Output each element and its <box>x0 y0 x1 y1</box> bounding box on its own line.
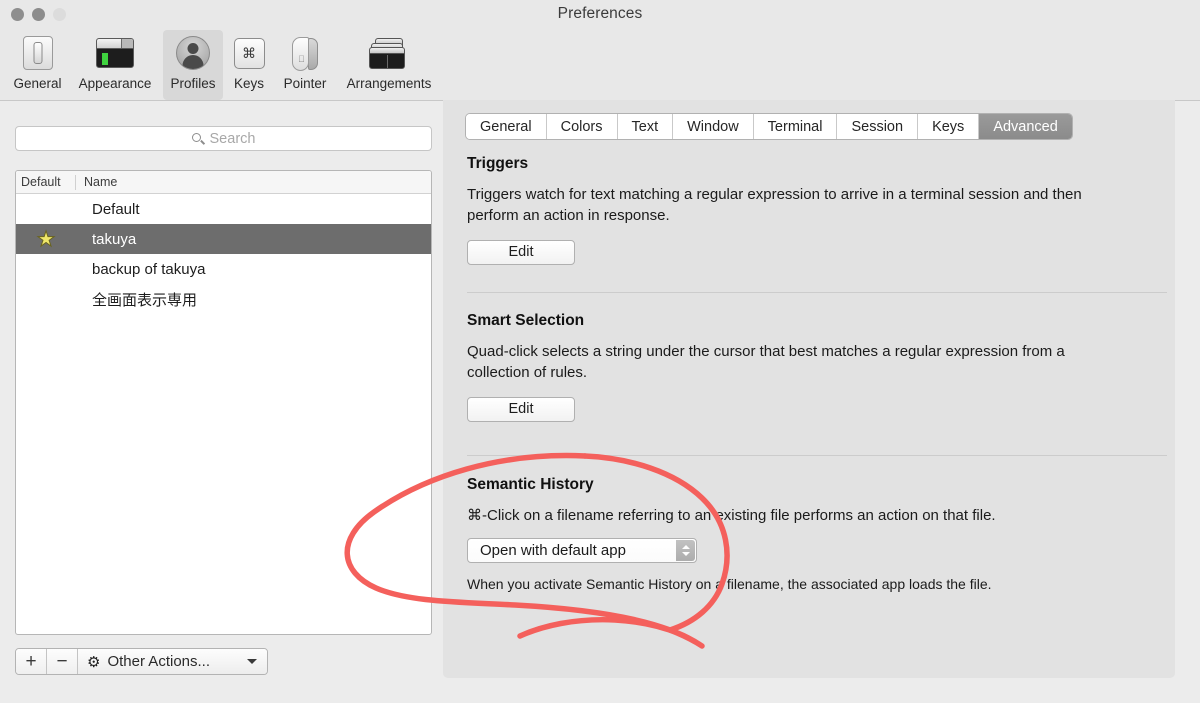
semantic-history-section: Semantic History ⌘-Click on a filename r… <box>467 476 1167 592</box>
smart-selection-description: Quad-click selects a string under the cu… <box>467 343 1065 382</box>
tab-terminal[interactable]: Terminal <box>753 114 838 139</box>
smart-selection-edit-button[interactable]: Edit <box>467 396 575 422</box>
tab-advanced[interactable]: Advanced <box>979 114 1072 139</box>
profile-name: 全画面表示専用 <box>92 291 198 309</box>
semantic-history-action-value: Open with default app <box>480 542 626 560</box>
settings-tab-bar: General Colors Text Window Terminal Sess… <box>465 113 1073 140</box>
tab-keys[interactable]: Keys <box>918 114 980 139</box>
search-input[interactable]: Search <box>15 126 432 151</box>
toolbar-label-general: General <box>13 76 62 91</box>
tab-window[interactable]: Window <box>673 114 754 139</box>
toggle-switch-icon <box>18 33 58 73</box>
semantic-history-title: Semantic History <box>467 476 594 493</box>
person-silhouette-icon <box>173 33 213 73</box>
semantic-history-description: ⌘-Click on a filename referring to an ex… <box>467 507 996 524</box>
profiles-list[interactable]: Default Name Default ★ takuya backup of … <box>15 170 432 635</box>
profiles-footer-toolbar: + − ⚙ Other Actions... <box>15 648 268 675</box>
window-appearance-icon <box>95 33 135 73</box>
preferences-window: Preferences General Appearance Profiles … <box>0 0 1200 703</box>
triggers-title: Triggers <box>467 155 529 172</box>
tab-session[interactable]: Session <box>837 114 919 139</box>
profile-name: takuya <box>92 230 137 248</box>
toolbar-item-keys[interactable]: ⌘ Keys <box>227 30 271 100</box>
toolbar-item-pointer[interactable]: Pointer <box>275 30 335 100</box>
search-icon <box>191 132 204 145</box>
tab-text[interactable]: Text <box>617 114 674 139</box>
search-placeholder: Search <box>209 130 256 147</box>
title-bar: Preferences <box>0 0 1200 30</box>
remove-profile-button[interactable]: − <box>47 649 78 674</box>
triggers-section: Triggers Triggers watch for text matchin… <box>467 155 1167 265</box>
table-row[interactable]: ★ takuya <box>16 224 431 254</box>
profiles-list-header: Default Name <box>16 171 431 194</box>
toolbar-label-pointer: Pointer <box>283 76 327 91</box>
stacked-windows-icon <box>369 33 409 73</box>
preferences-toolbar: General Appearance Profiles ⌘ Keys Point… <box>0 30 1200 101</box>
toolbar-item-arrangements[interactable]: Arrangements <box>339 30 439 100</box>
section-divider <box>467 292 1167 293</box>
toolbar-label-arrangements: Arrangements <box>346 76 432 91</box>
triggers-edit-button[interactable]: Edit <box>467 239 575 265</box>
profile-name: backup of takuya <box>92 260 206 278</box>
column-header-default[interactable]: Default <box>16 175 75 189</box>
tab-general[interactable]: General <box>466 114 547 139</box>
toolbar-label-keys: Keys <box>233 76 264 91</box>
column-header-name[interactable]: Name <box>76 175 117 189</box>
command-key-icon: ⌘ <box>229 33 269 73</box>
semantic-history-action-select[interactable]: Open with default app <box>467 538 697 564</box>
tab-colors[interactable]: Colors <box>546 114 618 139</box>
mouse-icon <box>285 33 325 73</box>
table-row[interactable]: backup of takuya <box>16 254 431 284</box>
toolbar-item-appearance[interactable]: Appearance <box>71 30 159 100</box>
add-profile-button[interactable]: + <box>16 649 47 674</box>
smart-selection-section: Smart Selection Quad-click selects a str… <box>467 312 1167 422</box>
default-cell: ★ <box>16 227 76 251</box>
section-divider <box>467 455 1167 456</box>
triggers-description: Triggers watch for text matching a regul… <box>467 186 1082 225</box>
toolbar-item-profiles[interactable]: Profiles <box>163 30 223 100</box>
chevron-down-icon <box>247 659 257 664</box>
profile-name: Default <box>92 200 140 218</box>
toolbar-label-profiles: Profiles <box>170 76 216 91</box>
stepper-arrows-icon <box>676 540 695 562</box>
semantic-history-note: When you activate Semantic History on a … <box>467 576 992 593</box>
table-row[interactable]: 全画面表示専用 <box>16 284 431 314</box>
gear-icon: ⚙ <box>87 653 101 671</box>
other-actions-menu[interactable]: ⚙ Other Actions... <box>78 649 267 674</box>
table-row[interactable]: Default <box>16 194 431 224</box>
other-actions-label: Other Actions... <box>107 653 210 670</box>
smart-selection-title: Smart Selection <box>467 312 585 329</box>
default-star-icon: ★ <box>36 227 56 251</box>
toolbar-label-appearance: Appearance <box>78 76 152 91</box>
window-title: Preferences <box>557 5 643 22</box>
toolbar-item-general[interactable]: General <box>6 30 69 100</box>
